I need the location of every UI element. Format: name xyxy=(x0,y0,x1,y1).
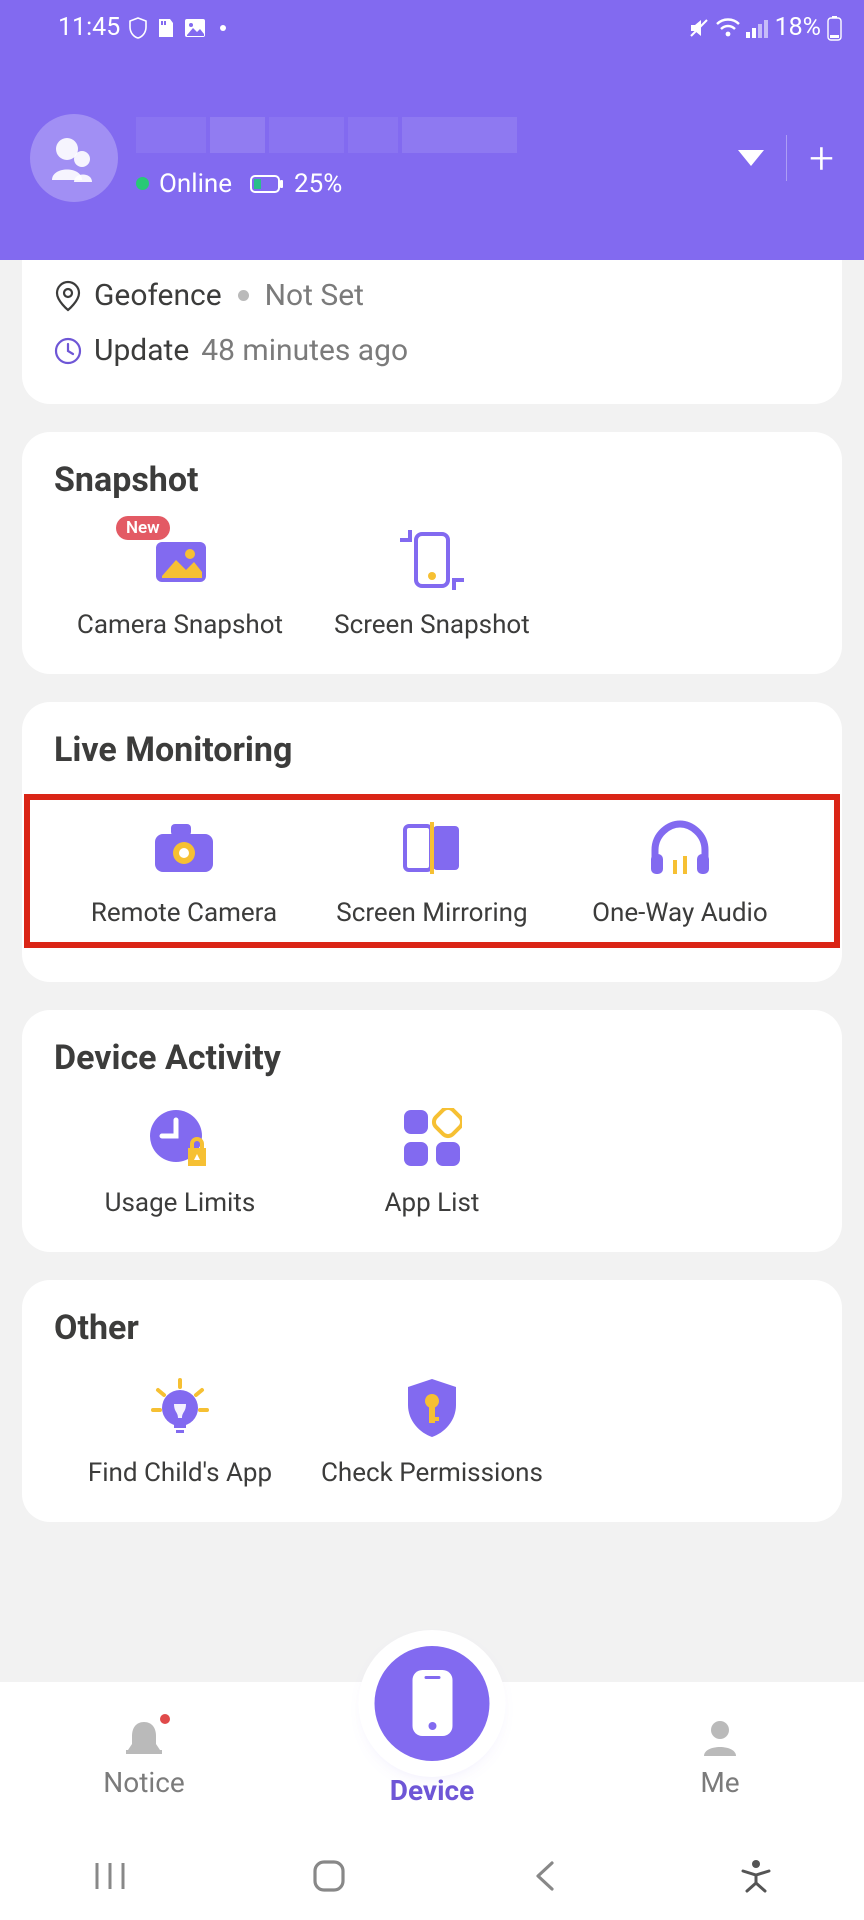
geofence-row[interactable]: Geofence Not Set xyxy=(54,268,810,323)
battery-percent: 18% xyxy=(775,13,821,42)
camera-snapshot-button[interactable]: New Camera Snapshot xyxy=(54,524,306,640)
usage-limits-button[interactable]: Usage Limits xyxy=(54,1102,306,1218)
accessibility-icon[interactable] xyxy=(741,1859,771,1893)
remote-camera-button[interactable]: Remote Camera xyxy=(60,812,308,928)
avatar[interactable] xyxy=(30,114,118,202)
signal-icon xyxy=(745,17,769,39)
shield-icon xyxy=(128,17,148,39)
back-icon[interactable] xyxy=(532,1859,556,1893)
item-label: Screen Snapshot xyxy=(334,610,530,640)
new-badge: New xyxy=(116,516,170,540)
item-label: One-Way Audio xyxy=(592,898,768,928)
nav-device[interactable]: Device xyxy=(288,1708,576,1807)
camera-icon xyxy=(153,822,215,874)
nav-label: Device xyxy=(390,1774,474,1807)
clock-lock-icon xyxy=(148,1108,212,1168)
status-card: Geofence Not Set Update 48 minutes ago xyxy=(22,260,842,404)
notification-dot-icon xyxy=(160,1714,170,1724)
section-title-live: Live Monitoring xyxy=(54,730,810,770)
one-way-audio-button[interactable]: One-Way Audio xyxy=(556,812,804,928)
update-row[interactable]: Update 48 minutes ago xyxy=(54,323,810,378)
profile-info: Online 25% xyxy=(136,117,738,199)
online-label: Online xyxy=(159,169,232,199)
headphones-icon xyxy=(647,820,713,876)
item-label: Usage Limits xyxy=(105,1188,256,1218)
clock: 11:45 xyxy=(58,13,120,42)
device-battery-pct: 25% xyxy=(294,169,342,199)
nav-me[interactable]: Me xyxy=(576,1716,864,1799)
device-activity-card: Device Activity Usage Limits App List xyxy=(22,1010,842,1252)
location-pin-icon xyxy=(54,280,82,312)
nav-label: Me xyxy=(700,1766,739,1799)
shield-key-icon xyxy=(404,1377,460,1439)
lightbulb-icon xyxy=(148,1376,212,1440)
section-title-other: Other xyxy=(54,1308,810,1348)
add-device-button[interactable]: + xyxy=(809,136,834,180)
person-icon xyxy=(698,1716,742,1760)
other-card: Other Find Child's App Check Permissions xyxy=(22,1280,842,1522)
find-childs-app-button[interactable]: Find Child's App xyxy=(54,1372,306,1488)
image-icon xyxy=(184,18,206,38)
nav-device-circle[interactable] xyxy=(375,1646,490,1761)
nav-label: Notice xyxy=(103,1766,184,1799)
battery-small-icon xyxy=(250,174,284,194)
section-title-snapshot: Snapshot xyxy=(54,460,810,500)
screen-snapshot-button[interactable]: Screen Snapshot xyxy=(306,524,558,640)
item-label: Screen Mirroring xyxy=(336,898,527,928)
update-label: Update xyxy=(94,333,189,368)
item-label: Check Permissions xyxy=(321,1458,543,1488)
bottom-nav: Notice Device Me xyxy=(0,1682,864,1832)
profile-name-redacted xyxy=(136,117,526,163)
item-label: Camera Snapshot xyxy=(77,610,283,640)
dot-icon xyxy=(220,25,226,31)
mirror-icon xyxy=(401,822,463,874)
device-switch-dropdown[interactable] xyxy=(738,150,764,166)
system-nav-bar xyxy=(0,1832,864,1920)
bell-icon xyxy=(122,1716,166,1760)
phone-icon xyxy=(410,1668,454,1738)
wifi-icon xyxy=(715,17,741,39)
live-monitoring-card: Live Monitoring Remote Camera Screen Mir… xyxy=(22,702,842,982)
mute-icon xyxy=(687,16,711,40)
picture-icon xyxy=(150,534,210,586)
app-header: 11:45 18% xyxy=(0,0,864,260)
recents-icon[interactable] xyxy=(93,1861,127,1891)
online-dot-icon xyxy=(136,177,149,190)
clock-icon xyxy=(54,337,82,365)
status-bar: 11:45 18% xyxy=(0,0,864,55)
divider xyxy=(786,135,787,181)
nav-notice[interactable]: Notice xyxy=(0,1716,288,1799)
item-label: Find Child's App xyxy=(88,1458,272,1488)
geofence-value: Not Set xyxy=(265,278,364,313)
check-permissions-button[interactable]: Check Permissions xyxy=(306,1372,558,1488)
snapshot-card: Snapshot New Camera Snapshot Screen Snap… xyxy=(22,432,842,674)
app-grid-icon xyxy=(402,1108,462,1168)
update-value: 48 minutes ago xyxy=(201,333,408,368)
battery-icon xyxy=(827,15,842,41)
app-list-button[interactable]: App List xyxy=(306,1102,558,1218)
home-icon[interactable] xyxy=(312,1859,346,1893)
highlighted-area: Remote Camera Screen Mirroring One-Way A… xyxy=(24,794,840,948)
crop-phone-icon xyxy=(400,528,464,592)
geofence-label: Geofence xyxy=(94,278,222,313)
item-label: Remote Camera xyxy=(91,898,277,928)
sdcard-icon xyxy=(156,17,176,39)
screen-mirroring-button[interactable]: Screen Mirroring xyxy=(308,812,556,928)
dot-icon xyxy=(238,290,249,301)
item-label: App List xyxy=(385,1188,480,1218)
section-title-activity: Device Activity xyxy=(54,1038,810,1078)
